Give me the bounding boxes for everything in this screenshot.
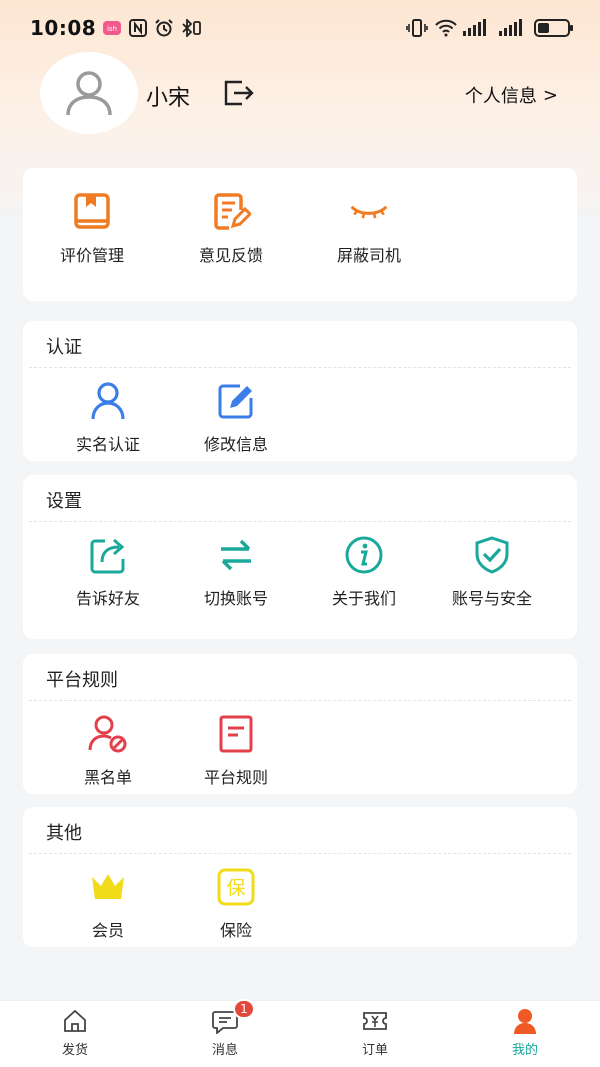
user-icon — [88, 381, 128, 421]
personal-info-label: 个人信息 — [464, 86, 537, 107]
order-ticket-icon — [361, 1007, 389, 1035]
settings-item-share[interactable]: 告诉好友 — [43, 535, 173, 609]
document-icon — [216, 714, 256, 754]
tab-ship[interactable]: 发货 — [25, 1007, 125, 1058]
auth-section-card: 认证 实名认证 修改信息 — [23, 321, 577, 461]
default-avatar-icon — [66, 71, 112, 116]
alarm-icon — [154, 19, 174, 37]
section-title: 认证 — [46, 337, 82, 358]
quick-actions-card: 评价管理 意见反馈 屏蔽司机 — [23, 168, 577, 301]
bluetooth-icon — [180, 17, 202, 39]
closed-eye-icon — [349, 192, 389, 232]
status-bar-right — [406, 19, 573, 37]
tab-messages[interactable]: 1 消息 — [175, 999, 275, 1058]
rules-section-card: 平台规则 黑名单 平台规则 — [23, 654, 577, 794]
quick-action-label: 意见反馈 — [198, 246, 263, 265]
quick-action-label: 屏蔽司机 — [336, 246, 401, 265]
tab-label: 消息 — [211, 1043, 238, 1058]
quick-action-review-management[interactable]: 评价管理 — [27, 192, 157, 266]
settings-item-label: 账号与安全 — [451, 589, 532, 608]
status-time: 10:08 — [30, 16, 97, 40]
crown-icon — [88, 867, 128, 907]
auth-item-label: 实名认证 — [75, 435, 140, 454]
unread-badge: 1 — [233, 999, 255, 1019]
section-divider — [29, 700, 571, 701]
nfc-icon — [128, 19, 148, 37]
settings-item-label: 关于我们 — [331, 589, 396, 608]
personal-info-link[interactable]: 个人信息 > — [465, 82, 558, 108]
profile-icon — [511, 1007, 539, 1035]
insurance-glyph: 保 — [226, 877, 245, 899]
other-item-label: 保险 — [219, 921, 252, 940]
chevron-right-icon: > — [542, 84, 558, 106]
settings-section-card: 设置 告诉好友 切换账号 关于我们 账号与安全 — [23, 475, 577, 639]
wifi-icon — [434, 19, 457, 37]
share-icon — [88, 535, 128, 575]
rules-item-label: 黑名单 — [83, 768, 132, 787]
battery-icon — [534, 19, 573, 37]
auth-item-edit-info[interactable]: 修改信息 — [171, 381, 301, 455]
logout-icon[interactable] — [222, 78, 256, 108]
rules-item-platform-rules[interactable]: 平台规则 — [171, 714, 301, 788]
settings-item-label: 切换账号 — [203, 589, 268, 608]
battery-fill — [538, 23, 549, 33]
auth-item-label: 修改信息 — [203, 435, 268, 454]
rules-item-label: 平台规则 — [203, 768, 268, 787]
svg-text:ish: ish — [107, 25, 117, 33]
section-divider — [29, 853, 571, 854]
profile-header: 小宋 个人信息 > — [0, 50, 600, 138]
status-bar-left: 10:08 ish — [30, 16, 202, 40]
tab-label: 我的 — [511, 1043, 538, 1058]
section-title: 平台规则 — [46, 670, 118, 691]
vibrate-icon — [406, 19, 428, 37]
other-section-card: 其他 会员 保 保险 — [23, 807, 577, 947]
bottom-tab-bar: 发货 1 消息 订单 我的 — [0, 999, 600, 1067]
user-name: 小宋 — [146, 86, 191, 111]
edit-icon — [216, 381, 256, 421]
other-item-membership[interactable]: 会员 — [43, 867, 173, 941]
tab-label: 订单 — [361, 1043, 388, 1058]
insurance-icon: 保 — [216, 867, 256, 907]
section-title: 设置 — [46, 491, 82, 512]
other-item-insurance[interactable]: 保 保险 — [171, 867, 301, 941]
rules-item-blacklist[interactable]: 黑名单 — [43, 714, 173, 788]
edit-note-icon — [211, 192, 251, 232]
settings-item-account-security[interactable]: 账号与安全 — [427, 535, 557, 609]
section-divider — [29, 367, 571, 368]
switch-icon — [216, 535, 256, 575]
auth-item-realname[interactable]: 实名认证 — [43, 381, 173, 455]
avatar[interactable] — [40, 52, 138, 134]
other-item-label: 会员 — [91, 921, 124, 940]
signal-icon — [498, 19, 526, 37]
tab-label: 发货 — [61, 1043, 88, 1058]
section-divider — [29, 521, 571, 522]
tab-mine[interactable]: 我的 — [475, 1007, 575, 1058]
settings-item-about-us[interactable]: 关于我们 — [299, 535, 429, 609]
settings-item-switch-account[interactable]: 切换账号 — [171, 535, 301, 609]
blocked-user-icon — [88, 714, 128, 754]
home-icon — [61, 1007, 89, 1035]
tab-orders[interactable]: 订单 — [325, 1007, 425, 1058]
settings-item-label: 告诉好友 — [75, 589, 140, 608]
app-notification-icon: ish — [102, 19, 122, 37]
signal-icon — [462, 19, 490, 37]
book-icon — [72, 192, 112, 232]
section-title: 其他 — [46, 823, 82, 844]
status-bar: 10:08 ish — [0, 0, 600, 56]
quick-action-feedback[interactable]: 意见反馈 — [166, 192, 296, 266]
quick-action-block-driver[interactable]: 屏蔽司机 — [304, 192, 434, 266]
info-icon — [344, 535, 384, 575]
quick-action-label: 评价管理 — [59, 246, 124, 265]
shield-check-icon — [472, 535, 512, 575]
